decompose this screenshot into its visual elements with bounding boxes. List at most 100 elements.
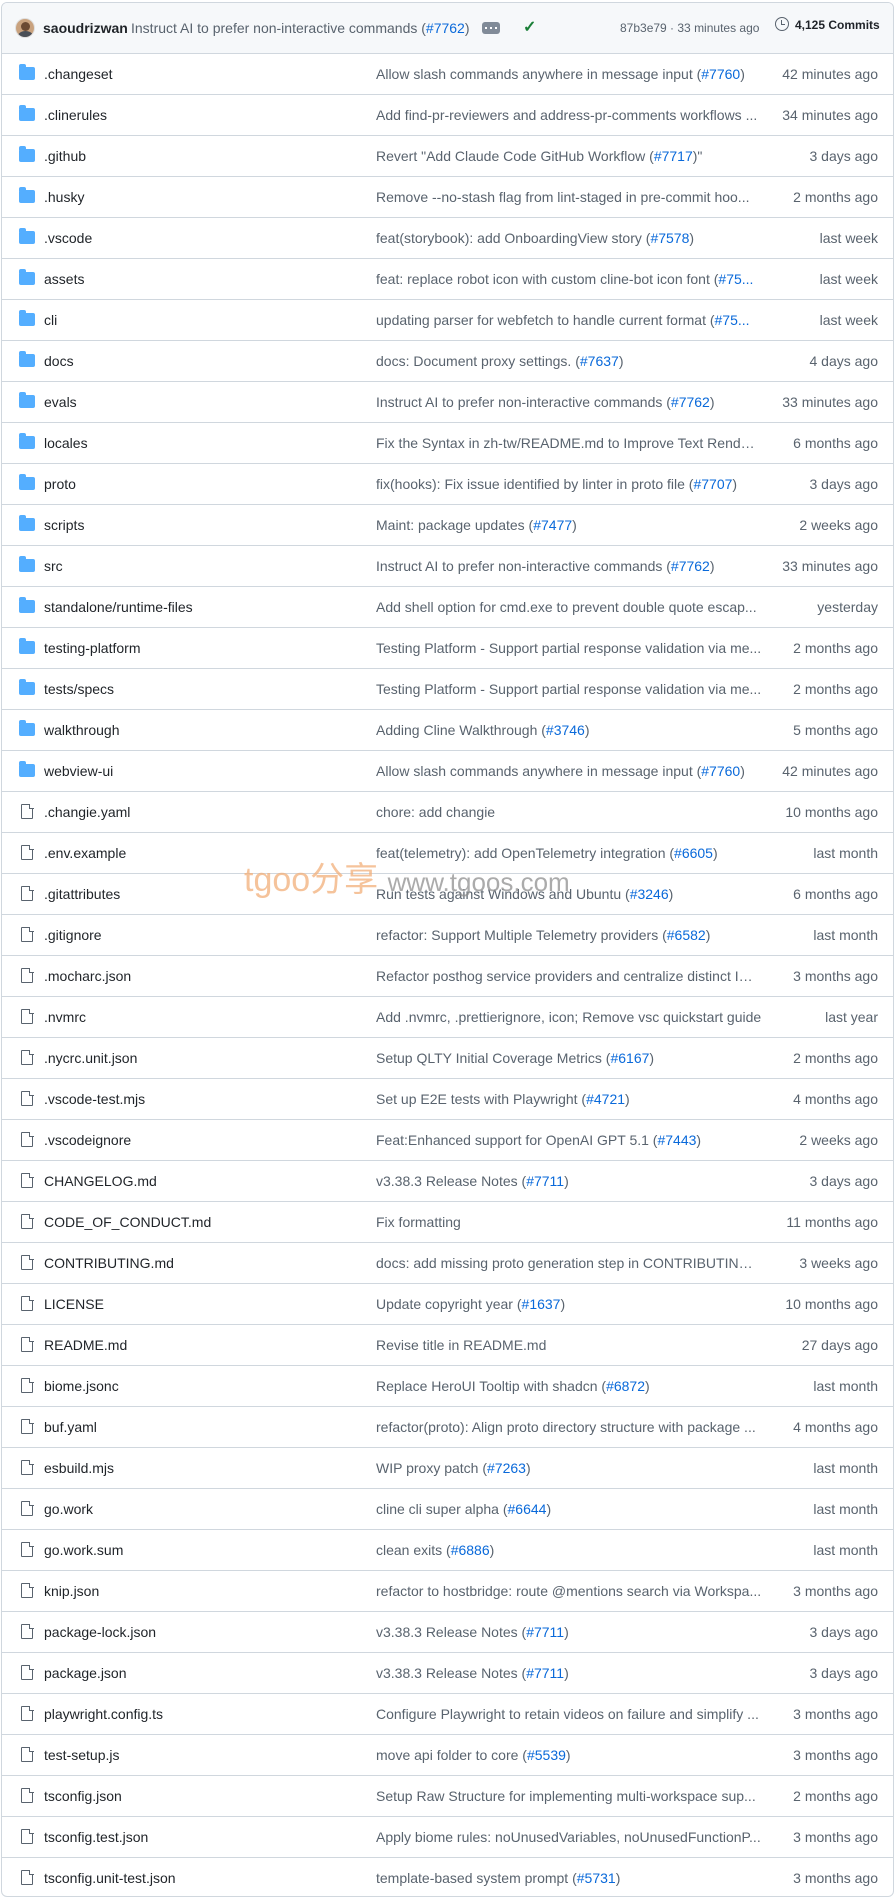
commit-message-link[interactable]: Apply biome rules: noUnusedVariables, no…	[376, 1829, 762, 1845]
file-row[interactable]: scripts Maint: package updates (#7477) 2 w…	[2, 505, 893, 546]
file-row[interactable]: tsconfig.unit-test.json template-based sy…	[2, 1858, 893, 1896]
commit-message-link[interactable]: Fix formatting	[376, 1214, 762, 1230]
pr-link[interactable]: #3246	[630, 886, 669, 902]
commit-message-link[interactable]: docs: add missing proto generation step …	[376, 1255, 762, 1271]
commit-message-link[interactable]: Setup Raw Structure for implementing mul…	[376, 1788, 762, 1804]
pr-link[interactable]: #7760	[701, 66, 740, 82]
file-name-link[interactable]: assets	[44, 271, 84, 287]
check-icon[interactable]: ✓	[523, 17, 536, 37]
commit-message-link[interactable]: v3.38.3 Release Notes (#7711)	[376, 1173, 762, 1189]
commit-message-link[interactable]: clean exits (#6886)	[376, 1542, 762, 1558]
file-name-link[interactable]: scripts	[44, 517, 84, 533]
commit-message-link[interactable]: Feat:Enhanced support for OpenAI GPT 5.1…	[376, 1132, 762, 1148]
file-name-link[interactable]: tests/specs	[44, 681, 114, 697]
commit-author-link[interactable]: saoudrizwan	[43, 20, 128, 36]
commit-message-link[interactable]: Replace HeroUI Tooltip with shadcn (#687…	[376, 1378, 762, 1394]
file-row[interactable]: tsconfig.test.json Apply biome rules: noU…	[2, 1817, 893, 1858]
file-row[interactable]: locales Fix the Syntax in zh-tw/README.md…	[2, 423, 893, 464]
file-row[interactable]: walkthrough Adding Cline Walkthrough (#37…	[2, 710, 893, 751]
file-row[interactable]: .clinerules Add find-pr-reviewers and add…	[2, 95, 893, 136]
file-name-link[interactable]: knip.json	[44, 1583, 99, 1599]
file-row[interactable]: README.md Revise title in README.md 27 day…	[2, 1325, 893, 1366]
commit-message-link[interactable]: chore: add changie	[376, 804, 762, 820]
commit-message-link[interactable]: refactor: Support Multiple Telemetry pro…	[376, 927, 762, 943]
commits-history-link[interactable]: 4,125 Commits	[775, 17, 880, 32]
commit-message-link[interactable]: Refactor posthog service providers and c…	[376, 968, 762, 984]
commit-message-link[interactable]: Adding Cline Walkthrough (#3746)	[376, 722, 762, 738]
commit-message-link[interactable]: Add .nvmrc, .prettierignore, icon; Remov…	[376, 1009, 762, 1025]
commit-message-link[interactable]: Remove --no-stash flag from lint-staged …	[376, 189, 762, 205]
file-row[interactable]: tests/specs Testing Platform - Support pa…	[2, 669, 893, 710]
pr-link[interactable]: #7760	[701, 763, 740, 779]
file-row[interactable]: src Instruct AI to prefer non-interactive…	[2, 546, 893, 587]
commit-message-link[interactable]: Instruct AI to prefer non-interactive co…	[376, 394, 762, 410]
commit-sha-time[interactable]: 87b3e79 · 33 minutes ago	[620, 21, 759, 35]
file-name-link[interactable]: .changie.yaml	[44, 804, 130, 820]
commit-message-link[interactable]: template-based system prompt (#5731)	[376, 1870, 762, 1886]
file-name-link[interactable]: tsconfig.test.json	[44, 1829, 148, 1845]
commit-message-link[interactable]: Add find-pr-reviewers and address-pr-com…	[376, 107, 762, 123]
file-name-link[interactable]: package.json	[44, 1665, 127, 1681]
file-name-link[interactable]: tsconfig.unit-test.json	[44, 1870, 176, 1886]
commit-message-link[interactable]: docs: Document proxy settings. (#7637)	[376, 353, 762, 369]
file-name-link[interactable]: src	[44, 558, 63, 574]
file-row[interactable]: cli updating parser for webfetch to handl…	[2, 300, 893, 341]
file-row[interactable]: package-lock.json v3.38.3 Release Notes (…	[2, 1612, 893, 1653]
file-row[interactable]: package.json v3.38.3 Release Notes (#7711…	[2, 1653, 893, 1694]
pr-link[interactable]: #6582	[667, 927, 706, 943]
file-row[interactable]: .nvmrc Add .nvmrc, .prettierignore, icon;…	[2, 997, 893, 1038]
file-row[interactable]: CODE_OF_CONDUCT.md Fix formatting 11 month…	[2, 1202, 893, 1243]
file-row[interactable]: tsconfig.json Setup Raw Structure for imp…	[2, 1776, 893, 1817]
commit-message-link[interactable]: Maint: package updates (#7477)	[376, 517, 762, 533]
file-row[interactable]: assets feat: replace robot icon with cust…	[2, 259, 893, 300]
file-row[interactable]: go.work.sum clean exits (#6886) last month	[2, 1530, 893, 1571]
commit-message-link[interactable]: v3.38.3 Release Notes (#7711)	[376, 1665, 762, 1681]
file-row[interactable]: LICENSE Update copyright year (#1637) 10 m…	[2, 1284, 893, 1325]
commit-message-link[interactable]: Instruct AI to prefer non-interactive co…	[376, 558, 762, 574]
commit-pr-link[interactable]: #7762	[426, 20, 465, 36]
file-row[interactable]: webview-ui Allow slash commands anywhere …	[2, 751, 893, 792]
file-row[interactable]: biome.jsonc Replace HeroUI Tooltip with s…	[2, 1366, 893, 1407]
file-name-link[interactable]: buf.yaml	[44, 1419, 97, 1435]
file-row[interactable]: proto fix(hooks): Fix issue identified by…	[2, 464, 893, 505]
pr-link[interactable]: #7711	[526, 1665, 564, 1681]
pr-link[interactable]: #7711	[526, 1173, 564, 1189]
file-name-link[interactable]: tsconfig.json	[44, 1788, 122, 1804]
pr-link[interactable]: #6644	[508, 1501, 547, 1517]
file-name-link[interactable]: webview-ui	[44, 763, 113, 779]
pr-link[interactable]: #7443	[657, 1132, 696, 1148]
commit-message[interactable]: Instruct AI to prefer non-interactive co…	[131, 20, 470, 36]
file-name-link[interactable]: .vscode-test.mjs	[44, 1091, 145, 1107]
file-row[interactable]: go.work cline cli super alpha (#6644) last…	[2, 1489, 893, 1530]
commit-message-link[interactable]: refactor(proto): Align proto directory s…	[376, 1419, 762, 1435]
file-name-link[interactable]: .mocharc.json	[44, 968, 131, 984]
commit-message-link[interactable]: Setup QLTY Initial Coverage Metrics (#61…	[376, 1050, 762, 1066]
commit-message-link[interactable]: Fix the Syntax in zh-tw/README.md to Imp…	[376, 435, 762, 451]
file-name-link[interactable]: README.md	[44, 1337, 127, 1353]
commit-message-link[interactable]: move api folder to core (#5539)	[376, 1747, 762, 1763]
pr-link[interactable]: #4721	[586, 1091, 625, 1107]
file-name-link[interactable]: testing-platform	[44, 640, 140, 656]
pr-link[interactable]: #7717	[654, 148, 693, 164]
pr-link[interactable]: #5731	[577, 1870, 616, 1886]
pr-link[interactable]: #6167	[610, 1050, 649, 1066]
pr-link[interactable]: #6886	[451, 1542, 490, 1558]
file-name-link[interactable]: standalone/runtime-files	[44, 599, 193, 615]
file-name-link[interactable]: .nycrc.unit.json	[44, 1050, 137, 1066]
pr-link[interactable]: #7762	[671, 394, 710, 410]
file-name-link[interactable]: CONTRIBUTING.md	[44, 1255, 174, 1271]
commit-message-link[interactable]: fix(hooks): Fix issue identified by lint…	[376, 476, 762, 492]
file-row[interactable]: .changie.yaml chore: add changie 10 months…	[2, 792, 893, 833]
file-name-link[interactable]: LICENSE	[44, 1296, 104, 1312]
commit-message-link[interactable]: Testing Platform - Support partial respo…	[376, 640, 762, 656]
commit-message-link[interactable]: Revert "Add Claude Code GitHub Workflow …	[376, 148, 762, 164]
pr-link[interactable]: #7762	[671, 558, 710, 574]
file-row[interactable]: .vscode feat(storybook): add OnboardingVi…	[2, 218, 893, 259]
pr-link[interactable]: #7477	[533, 517, 572, 533]
file-name-link[interactable]: CODE_OF_CONDUCT.md	[44, 1214, 211, 1230]
pr-link[interactable]: #75...	[715, 312, 750, 328]
file-name-link[interactable]: go.work	[44, 1501, 93, 1517]
file-name-link[interactable]: .env.example	[44, 845, 126, 861]
file-row[interactable]: buf.yaml refactor(proto): Align proto dir…	[2, 1407, 893, 1448]
file-name-link[interactable]: .vscode	[44, 230, 92, 246]
